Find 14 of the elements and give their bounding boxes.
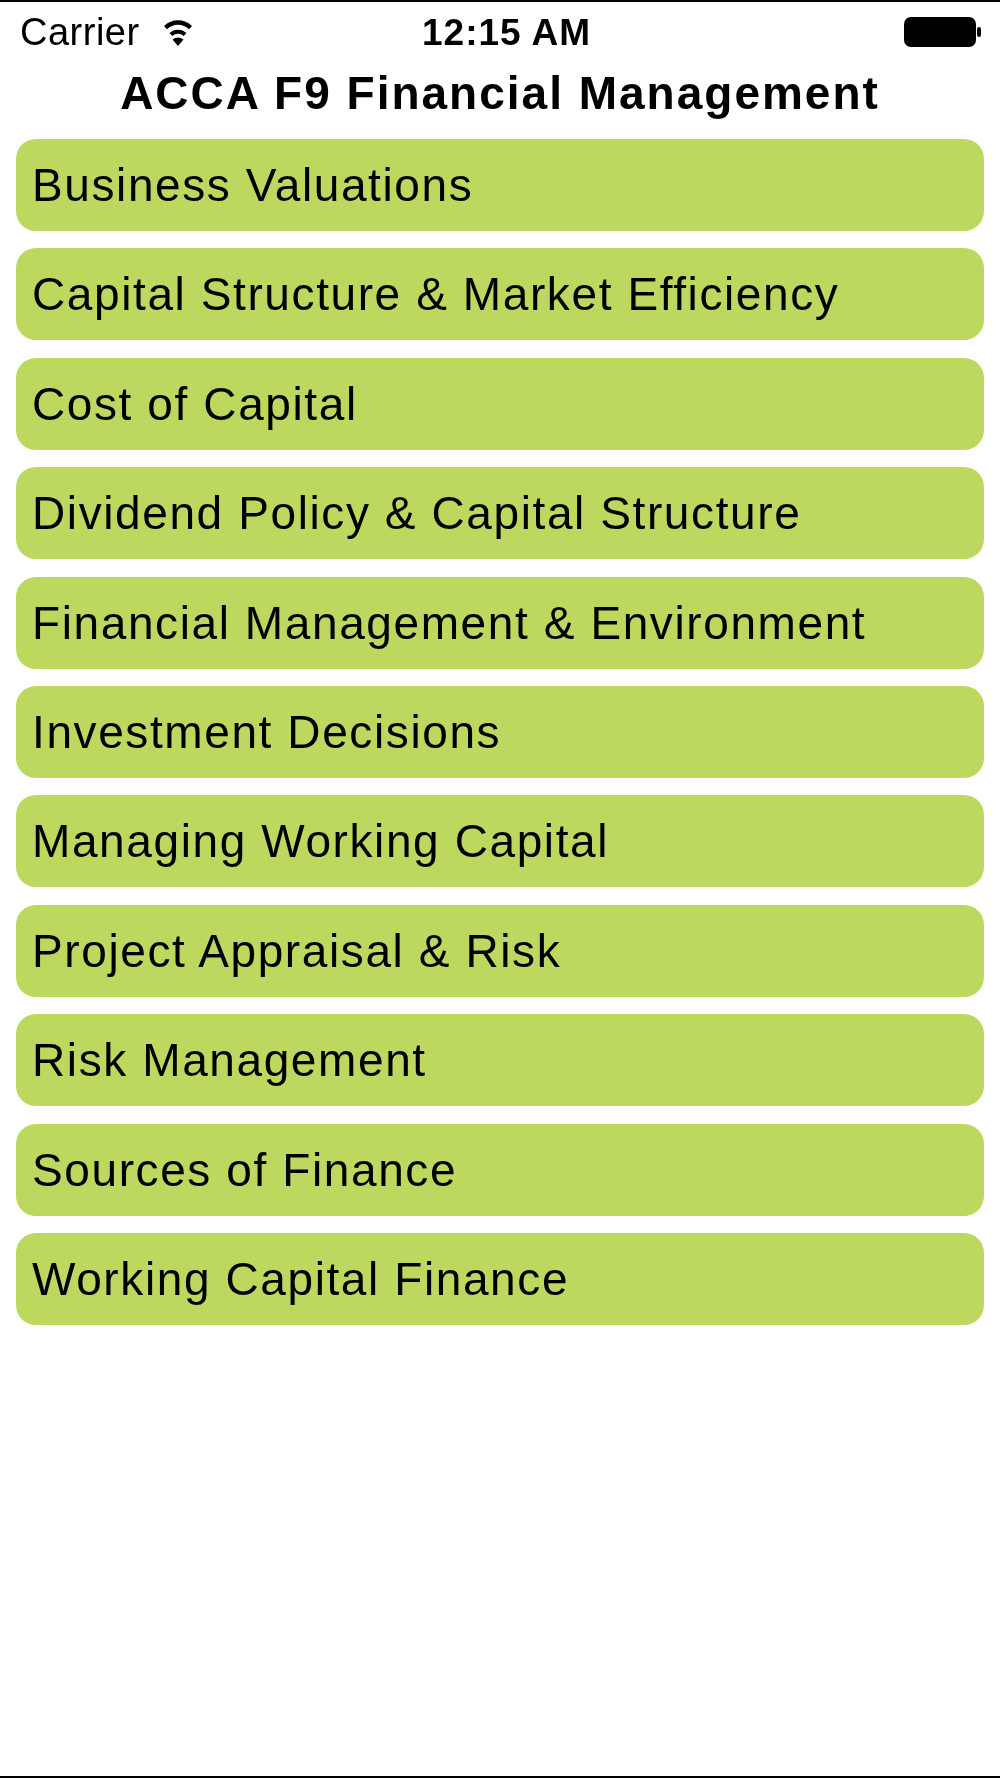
carrier-name: Carrier: [20, 13, 140, 51]
topic-button[interactable]: Managing Working Capital: [16, 795, 984, 888]
topic-button[interactable]: Cost of Capital: [16, 357, 984, 450]
topic-button[interactable]: Working Capital Finance: [16, 1232, 984, 1325]
topic-button[interactable]: Sources of Finance: [16, 1123, 984, 1216]
topic-button[interactable]: Investment Decisions: [16, 685, 984, 778]
status-time: 12:15 AM: [422, 13, 592, 51]
topic-button[interactable]: Capital Structure & Market Efficiency: [16, 248, 984, 341]
topic-button[interactable]: Dividend Policy & Capital Structure: [16, 467, 984, 560]
topic-button[interactable]: Financial Management & Environment: [16, 576, 984, 669]
topic-button[interactable]: Project Appraisal & Risk: [16, 904, 984, 997]
topic-button[interactable]: Business Valuations: [16, 139, 984, 231]
topic-button[interactable]: Risk Management: [16, 1014, 984, 1107]
battery-icon: [904, 17, 982, 47]
